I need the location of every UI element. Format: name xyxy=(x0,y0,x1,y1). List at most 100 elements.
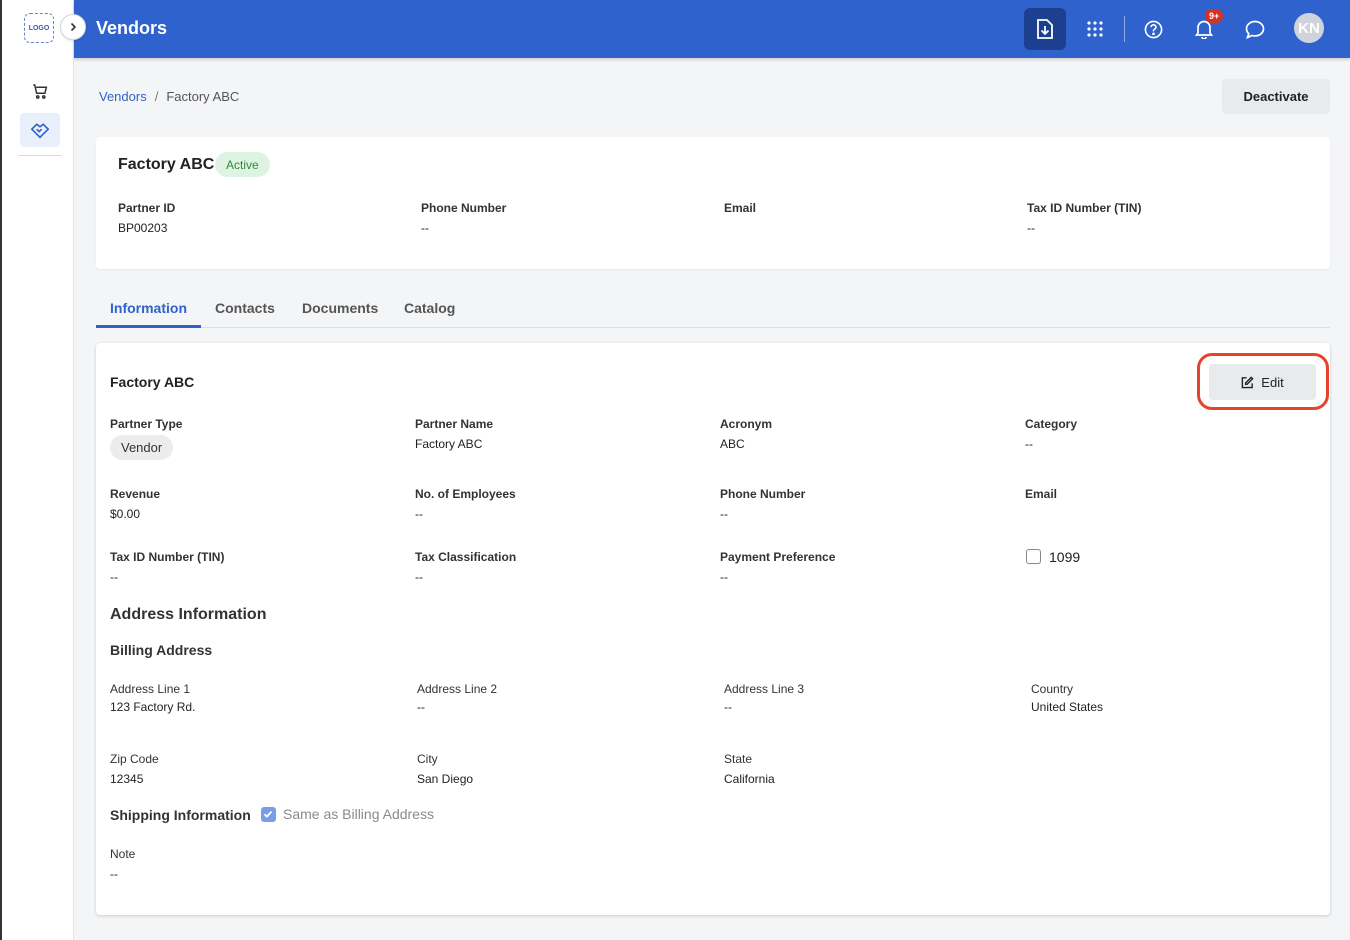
field-payment-preference: Payment Preference -- xyxy=(720,550,835,584)
chat-icon xyxy=(1245,20,1265,39)
field-label: Email xyxy=(724,201,757,215)
address-section-title: Address Information xyxy=(110,606,267,623)
edit-button-label: Edit xyxy=(1261,374,1284,390)
field-address-line-3: Address Line 3 -- xyxy=(724,682,804,714)
status-badge: Active xyxy=(215,152,270,177)
tab-information[interactable]: Information xyxy=(110,300,187,316)
field-label: Phone Number xyxy=(421,201,507,215)
field-label: Tax ID Number (TIN) xyxy=(1027,201,1142,215)
partner-type-chip: Vendor xyxy=(110,435,174,460)
field-label: Tax Classification xyxy=(415,550,517,564)
field-acronym: Acronym ABC xyxy=(720,417,772,451)
top-bar: Vendors 9+ KN xyxy=(74,0,1350,58)
active-tab-indicator xyxy=(96,325,201,328)
field-city: City San Diego xyxy=(417,752,473,786)
breadcrumb: Vendors / Factory ABC xyxy=(99,89,239,104)
summary-field-email: Email xyxy=(724,201,756,221)
field-label: Payment Preference xyxy=(720,550,836,564)
sidebar-item-vendors[interactable] xyxy=(20,113,60,147)
field-value: ABC xyxy=(720,437,745,451)
field-label: Phone Number xyxy=(720,487,806,501)
chat-button[interactable] xyxy=(1234,8,1276,50)
handshake-icon xyxy=(30,123,50,139)
download-icon xyxy=(1037,19,1053,39)
breadcrumb-vendors-link[interactable]: Vendors xyxy=(99,89,147,104)
breadcrumb-separator: / xyxy=(154,89,159,104)
information-card: Factory ABC Edit Partner Type Vendor Par… xyxy=(96,343,1330,915)
field-value: -- xyxy=(720,570,728,584)
tab-contacts[interactable]: Contacts xyxy=(215,300,275,316)
field-value: 123 Factory Rd. xyxy=(110,700,196,714)
rail-divider xyxy=(18,155,62,156)
field-partner-type: Partner Type Vendor xyxy=(110,417,182,460)
field-value: -- xyxy=(110,570,118,584)
user-avatar[interactable]: KN xyxy=(1294,13,1324,43)
apps-grid-icon xyxy=(1087,21,1103,37)
field-value: United States xyxy=(1031,700,1104,714)
page-title: Vendors xyxy=(96,18,168,38)
field-value: California xyxy=(724,772,775,786)
billing-address-title: Billing Address xyxy=(110,642,213,658)
field-label: Address Line 3 xyxy=(724,682,805,696)
field-value: Factory ABC xyxy=(415,437,483,451)
vendor-summary-card: Factory ABC Active Partner ID BP00203 Ph… xyxy=(96,137,1330,269)
field-label: Partner Type xyxy=(110,417,183,431)
tab-documents[interactable]: Documents xyxy=(302,300,378,316)
field-zip-code: Zip Code 12345 xyxy=(110,752,159,786)
check-icon xyxy=(263,810,273,818)
edit-button[interactable]: Edit xyxy=(1209,364,1316,400)
field-note: Note -- xyxy=(110,847,135,881)
tabs-divider xyxy=(96,327,1330,328)
edit-pencil-icon xyxy=(1241,375,1254,388)
shipping-information-title: Shipping Information xyxy=(110,807,251,823)
summary-field-phone: Phone Number -- xyxy=(421,201,506,235)
field-phone: Phone Number -- xyxy=(720,487,805,521)
field-label: Partner Name xyxy=(415,417,494,431)
field-value: 12345 xyxy=(110,772,144,786)
field-label: Email xyxy=(1025,487,1058,501)
field-partner-name: Partner Name Factory ABC xyxy=(415,417,493,451)
sidebar-toggle-button[interactable] xyxy=(60,14,86,40)
field-label: Revenue xyxy=(110,487,161,501)
help-button[interactable] xyxy=(1132,8,1174,50)
field-state: State California xyxy=(724,752,775,786)
field-tax-classification: Tax Classification -- xyxy=(415,550,516,584)
field-label: No. of Employees xyxy=(415,487,516,501)
field-value: -- xyxy=(1027,221,1035,235)
toolbar-separator xyxy=(1124,16,1125,42)
field-value: -- xyxy=(110,867,118,881)
field-value: -- xyxy=(1025,437,1033,451)
apps-menu-button[interactable] xyxy=(1074,8,1116,50)
field-revenue: Revenue $0.00 xyxy=(110,487,160,521)
field-value: -- xyxy=(417,700,425,714)
field-tin: Tax ID Number (TIN) -- xyxy=(110,550,224,584)
download-button[interactable] xyxy=(1024,8,1066,50)
tab-catalog[interactable]: Catalog xyxy=(404,300,455,316)
cart-icon xyxy=(33,84,48,99)
summary-field-partner-id: Partner ID BP00203 xyxy=(118,201,175,235)
breadcrumb-current: Factory ABC xyxy=(166,89,240,104)
same-as-billing-checkbox[interactable] xyxy=(261,807,276,822)
information-title: Factory ABC xyxy=(110,374,195,390)
field-value: $0.00 xyxy=(110,507,141,521)
chevron-right-icon xyxy=(70,22,77,32)
field-category: Category -- xyxy=(1025,417,1077,451)
field-value: -- xyxy=(415,507,423,521)
field-value: -- xyxy=(720,507,728,521)
field-label: Acronym xyxy=(720,417,773,431)
app-logo[interactable]: LOGO xyxy=(24,13,54,43)
field-email: Email xyxy=(1025,487,1057,507)
sidebar-item-orders[interactable] xyxy=(20,74,60,108)
summary-field-tin: Tax ID Number (TIN) -- xyxy=(1027,201,1141,235)
field-value: BP00203 xyxy=(118,221,168,235)
form-1099-checkbox[interactable] xyxy=(1026,549,1041,564)
field-country: Country United States xyxy=(1031,682,1103,714)
field-employees: No. of Employees -- xyxy=(415,487,516,521)
field-label: Category xyxy=(1025,417,1078,431)
notification-badge: 9+ xyxy=(1205,9,1224,23)
left-rail: LOGO xyxy=(0,0,74,940)
deactivate-button[interactable]: Deactivate xyxy=(1222,79,1330,114)
same-as-billing-label: Same as Billing Address xyxy=(283,806,434,822)
field-address-line-2: Address Line 2 -- xyxy=(417,682,497,714)
field-label: Note xyxy=(110,847,136,861)
